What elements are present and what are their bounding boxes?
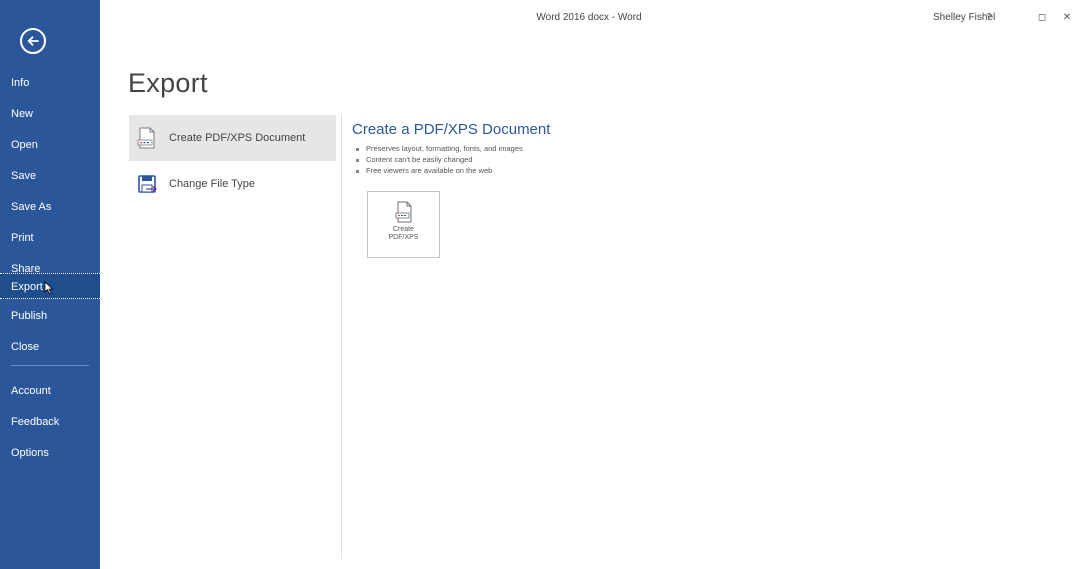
change-file-type-icon [138, 175, 157, 193]
bullet-icon [356, 169, 359, 173]
export-option-change-file-type[interactable]: Change File Type [129, 161, 336, 207]
word-backstage-window: Info New Open Save Save As Print Share E… [0, 0, 1078, 569]
nav-item-publish[interactable]: Publish [0, 303, 100, 329]
nav-item-print[interactable]: Print [0, 225, 100, 251]
back-arrow-icon [27, 36, 39, 46]
close-window-button[interactable]: ✕ [1058, 8, 1076, 26]
bullet-text: Free viewers are available on the web [366, 166, 493, 175]
create-pdf-xps-button[interactable]: Create PDF/XPS [367, 191, 440, 258]
nav-item-open[interactable]: Open [0, 132, 100, 158]
bullet-text: Preserves layout, formatting, fonts, and… [366, 144, 523, 153]
bullet-icon [356, 158, 359, 162]
nav-separator [11, 365, 89, 366]
back-button[interactable] [20, 28, 46, 54]
create-button-label: Create PDF/XPS [389, 226, 419, 242]
help-icon: ? [986, 11, 992, 23]
pdf-document-icon [137, 127, 155, 149]
document-title: Word 2016 docx - Word [536, 12, 642, 23]
nav-item-close[interactable]: Close [0, 334, 100, 360]
pdf-xps-file-icon [395, 201, 411, 223]
bullet-icon [356, 147, 359, 151]
nav-item-options[interactable]: Options [0, 440, 100, 466]
help-button[interactable]: ? [980, 8, 998, 26]
column-divider [341, 114, 342, 559]
nav-item-feedback[interactable]: Feedback [0, 409, 100, 435]
restore-icon: ◻ [1037, 11, 1047, 23]
export-option-label: Change File Type [169, 178, 256, 190]
mouse-cursor-icon [44, 281, 54, 295]
nav-item-save-as[interactable]: Save As [0, 194, 100, 220]
detail-title: Create a PDF/XPS Document [352, 121, 551, 138]
export-option-label: Create PDF/XPS Document [169, 132, 306, 144]
create-button-line-2: PDF/XPS [388, 234, 419, 241]
restore-button[interactable]: ◻ [1033, 8, 1051, 26]
nav-item-account[interactable]: Account [0, 378, 100, 404]
nav-item-new[interactable]: New [0, 101, 100, 127]
export-option-create-pdf-xps[interactable]: Create PDF/XPS Document [129, 115, 336, 161]
nav-item-info[interactable]: Info [0, 70, 100, 96]
nav-item-save[interactable]: Save [0, 163, 100, 189]
list-item: Free viewers are available on the web [356, 165, 523, 176]
backstage-nav: Info New Open Save Save As Print Share E… [0, 0, 100, 569]
close-icon: ✕ [1062, 11, 1072, 23]
detail-bullet-list: Preserves layout, formatting, fonts, and… [356, 143, 523, 176]
page-title: Export [128, 68, 208, 98]
create-button-line-1: Create [392, 226, 414, 233]
list-item: Content can't be easily changed [356, 154, 523, 165]
list-item: Preserves layout, formatting, fonts, and… [356, 143, 523, 154]
bullet-text: Content can't be easily changed [366, 155, 473, 164]
